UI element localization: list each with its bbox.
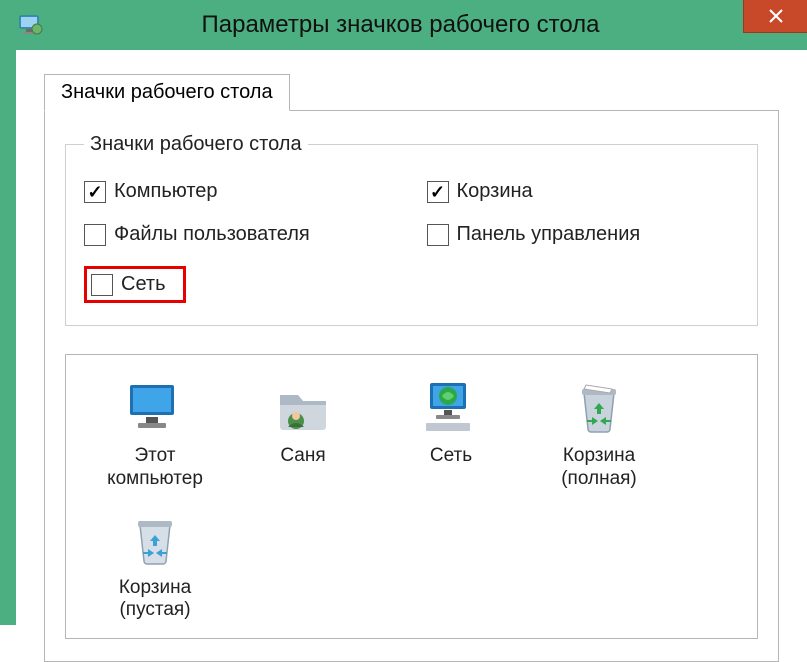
icon-label: Корзина (полная) <box>532 445 666 491</box>
checkbox-input[interactable] <box>84 181 106 203</box>
highlight-wrapper: Сеть <box>84 266 397 303</box>
icon-item-this-pc[interactable]: Этот компьютер <box>84 371 226 497</box>
tabs: Значки рабочего стола Значки рабочего ст… <box>44 74 779 662</box>
network-icon <box>420 377 482 439</box>
checkbox-input[interactable] <box>91 274 113 296</box>
checkbox-input[interactable] <box>427 224 449 246</box>
dialog-window: Параметры значков рабочего стола Значки … <box>0 0 807 625</box>
checkbox-grid: Компьютер Корзина Файлы пользователя <box>84 180 739 303</box>
checkbox-label: Сеть <box>121 273 165 296</box>
close-button[interactable] <box>743 0 807 33</box>
checkbox-computer[interactable]: Компьютер <box>84 180 397 203</box>
desktop-icons-app-icon <box>18 12 44 38</box>
icon-item-network[interactable]: Сеть <box>380 371 522 497</box>
tab-panel: Значки рабочего стола Компьютер Корзина <box>44 110 779 662</box>
checkbox-label: Панель управления <box>457 223 641 246</box>
icon-label: Сеть <box>384 445 518 468</box>
checkbox-label: Файлы пользователя <box>114 223 310 246</box>
checkbox-network[interactable]: Сеть <box>91 273 165 296</box>
highlight-red-box: Сеть <box>84 266 186 303</box>
icon-grid: Этот компьютер <box>84 371 739 628</box>
icon-item-recycle-full[interactable]: Корзина (полная) <box>528 371 670 497</box>
checkbox-input[interactable] <box>84 224 106 246</box>
icon-item-user-folder[interactable]: Саня <box>232 371 374 497</box>
icon-item-recycle-empty[interactable]: Корзина (пустая) <box>84 503 226 629</box>
checkbox-label: Корзина <box>457 180 533 203</box>
tab-label: Значки рабочего стола <box>61 81 273 103</box>
recycle-bin-empty-icon <box>124 509 186 571</box>
tab-desktop-icons[interactable]: Значки рабочего стола <box>44 74 290 111</box>
group-legend: Значки рабочего стола <box>84 133 308 156</box>
icon-label: Саня <box>236 445 370 468</box>
titlebar: Параметры значков рабочего стола <box>0 0 807 50</box>
desktop-icons-group: Значки рабочего стола Компьютер Корзина <box>65 133 758 326</box>
window-title: Параметры значков рабочего стола <box>54 11 807 39</box>
checkbox-control-panel[interactable]: Панель управления <box>427 223 740 246</box>
icon-preview-panel: Этот компьютер <box>65 354 758 639</box>
checkbox-user-files[interactable]: Файлы пользователя <box>84 223 397 246</box>
computer-icon <box>124 377 186 439</box>
checkbox-input[interactable] <box>427 181 449 203</box>
icon-label: Этот компьютер <box>88 445 222 491</box>
close-icon <box>769 9 783 23</box>
checkbox-recycle-bin[interactable]: Корзина <box>427 180 740 203</box>
checkbox-label: Компьютер <box>114 180 218 203</box>
dialog-content: Значки рабочего стола Значки рабочего ст… <box>16 50 807 625</box>
icon-label: Корзина (пустая) <box>88 577 222 623</box>
user-folder-icon <box>272 377 334 439</box>
recycle-bin-full-icon <box>568 377 630 439</box>
